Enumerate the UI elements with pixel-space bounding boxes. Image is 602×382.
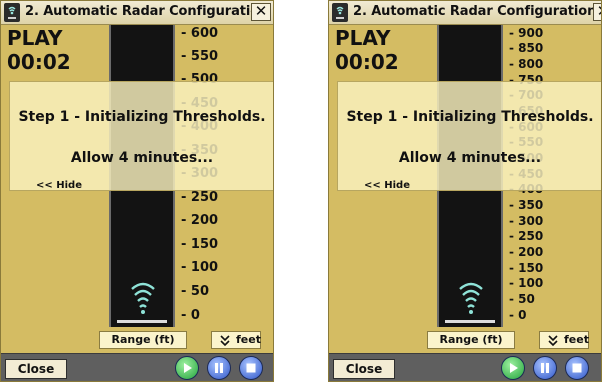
stop-button[interactable] [565,356,589,380]
hide-link[interactable]: << Hide [36,180,82,191]
play-button[interactable] [501,356,525,380]
scale-label: - 200 [181,213,219,228]
close-button[interactable]: Close [5,359,67,379]
radar-signal-icon [459,282,483,314]
playback-mode: PLAY [7,26,63,50]
radar-config-window-left: 2. Automatic Radar Configuration ✕ PLAY … [0,0,274,382]
play-icon [184,363,192,373]
elapsed-time: 00:02 [7,50,71,74]
scale-label: - 350 [509,198,544,212]
scale-label: - 150 [181,237,219,252]
pause-icon [215,363,223,373]
units-dropdown[interactable]: feet [211,331,261,349]
status-step-text: Step 1 - Initializing Thresholds. [18,109,266,125]
status-duration-text: Allow 4 minutes... [398,150,542,166]
title-bar: 2. Automatic Radar Configuration ✕ [1,1,273,25]
radar-app-icon [4,3,20,22]
bottom-toolbar: Close [329,353,601,381]
scale-label: - 850 [509,41,544,55]
units-value: feet [236,333,261,346]
units-dropdown[interactable]: feet [539,331,589,349]
scale-label: - 50 [509,292,535,306]
scale-label: - 250 [181,190,219,205]
scale-label: - 0 [181,308,200,323]
scale-label: - 550 [181,49,219,64]
scale-label: - 100 [509,276,544,290]
pause-button[interactable] [533,356,557,380]
radar-app-icon [332,3,348,22]
scale-label: - 900 [509,26,544,40]
hide-link[interactable]: << Hide [364,180,410,191]
scale-label: - 300 [509,214,544,228]
scale-label: - 600 [181,26,219,41]
radar-signal-icon [131,282,155,314]
scale-label: - 250 [509,229,544,243]
status-overlay: Step 1 - Initializing Thresholds. Allow … [337,81,601,191]
window-title: 2. Automatic Radar Configuration [353,4,597,19]
stop-button[interactable] [239,356,263,380]
radar-config-window-right: 2. Automatic Radar Configuration ✕ PLAY … [328,0,602,382]
bottom-toolbar: Close [1,353,273,381]
scale-label: - 100 [181,260,219,275]
window-title: 2. Automatic Radar Configuration [25,4,269,19]
pause-icon [541,363,549,373]
range-units-button[interactable]: Range (ft) [99,331,187,349]
stop-icon [572,363,582,373]
range-units-button[interactable]: Range (ft) [427,331,515,349]
play-button[interactable] [175,356,199,380]
scale-label: - 200 [509,245,544,259]
close-button[interactable]: Close [333,359,395,379]
scale-label: - 800 [509,57,544,71]
status-duration-text: Allow 4 minutes... [70,150,214,166]
double-chevron-down-icon [547,332,559,353]
stop-icon [246,363,256,373]
playback-mode: PLAY [335,26,391,50]
range-baseline [445,320,495,323]
title-bar: 2. Automatic Radar Configuration ✕ [329,1,601,25]
status-step-text: Step 1 - Initializing Thresholds. [346,109,594,125]
scale-label: - 0 [509,308,527,322]
double-chevron-down-icon [219,332,231,353]
play-icon [510,363,518,373]
window-close-icon[interactable]: ✕ [593,3,601,21]
pause-button[interactable] [207,356,231,380]
elapsed-time: 00:02 [335,50,399,74]
range-baseline [117,320,167,323]
scale-label: - 150 [509,261,544,275]
status-overlay: Step 1 - Initializing Thresholds. Allow … [9,81,273,191]
units-value: feet [564,333,589,346]
scale-label: - 50 [181,284,210,299]
window-close-icon[interactable]: ✕ [251,3,271,21]
